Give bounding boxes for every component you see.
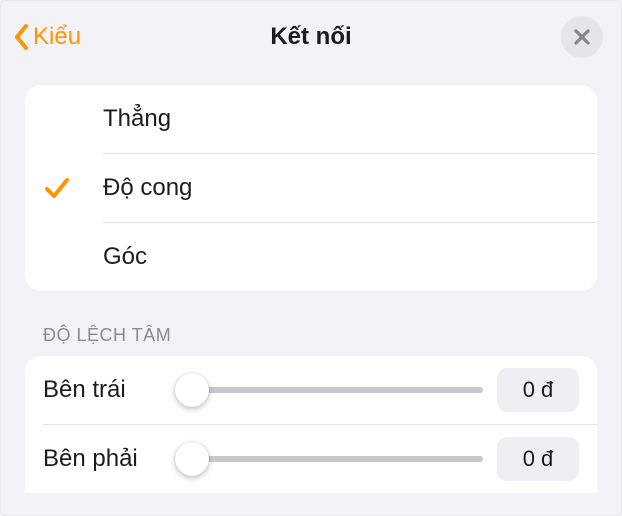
offset-right-label: Bên phải	[43, 445, 161, 473]
navbar: Kiểu Kết nối	[1, 5, 621, 69]
connection-option-straight[interactable]: Thẳng	[25, 85, 597, 153]
connection-type-list: Thẳng Độ cong Góc	[25, 85, 597, 291]
close-icon	[573, 28, 591, 46]
offset-left-value[interactable]: 0 đ	[497, 368, 579, 412]
offset-right-row: Bên phải 0 đ	[25, 425, 597, 493]
settings-panel: Kiểu Kết nối Thẳng Độ cong	[0, 0, 622, 516]
page-title: Kết nối	[1, 23, 621, 51]
offset-right-value[interactable]: 0 đ	[497, 437, 579, 481]
connection-option-curved[interactable]: Độ cong	[25, 154, 597, 222]
slider-thumb[interactable]	[175, 442, 209, 476]
option-label: Thẳng	[103, 105, 171, 133]
offset-list: Bên trái 0 đ Bên phải 0 đ	[25, 356, 597, 493]
chevron-left-icon	[13, 23, 31, 51]
option-label: Độ cong	[103, 174, 192, 202]
close-button[interactable]	[561, 16, 603, 58]
back-button[interactable]: Kiểu	[13, 23, 81, 51]
offset-left-slider[interactable]	[175, 372, 483, 408]
offset-section-header: ĐỘ LỆCH TÂM	[43, 325, 579, 346]
option-label: Góc	[103, 243, 147, 271]
connection-option-angled[interactable]: Góc	[25, 223, 597, 291]
slider-thumb[interactable]	[175, 373, 209, 407]
offset-right-slider[interactable]	[175, 441, 483, 477]
back-label: Kiểu	[33, 23, 81, 51]
offset-left-row: Bên trái 0 đ	[25, 356, 597, 424]
offset-left-label: Bên trái	[43, 376, 161, 404]
checkmark-icon	[43, 174, 103, 202]
